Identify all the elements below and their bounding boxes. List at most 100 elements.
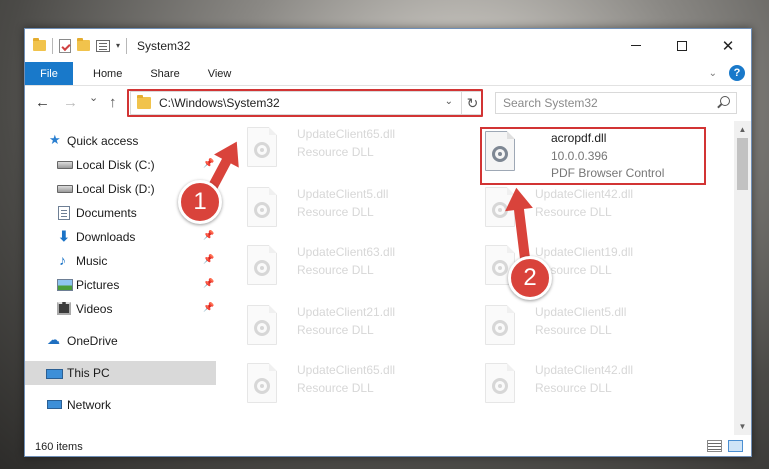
- refresh-button[interactable]: ↻: [461, 91, 483, 115]
- dll-file-icon: [485, 187, 515, 227]
- this-pc-icon: [46, 369, 63, 379]
- file-type: Resource DLL: [535, 381, 612, 395]
- scrollbar-thumb[interactable]: [737, 138, 748, 190]
- scroll-down-chevron-icon[interactable]: ▼: [734, 418, 751, 435]
- list-item[interactable]: UpdateClient5.dll Resource DLL: [461, 299, 691, 351]
- ribbon-tabs: File Home Share View ⌄ ?: [25, 62, 751, 86]
- documents-icon: [58, 206, 70, 220]
- file-type: Resource DLL: [297, 323, 374, 337]
- sidebar-item-label: Videos: [76, 302, 113, 316]
- recent-locations-chevron-icon[interactable]: ⌄: [89, 91, 98, 104]
- music-icon: ♪: [59, 252, 66, 268]
- file-name: UpdateClient63.dll: [297, 245, 396, 259]
- gear-icon: [254, 378, 270, 394]
- list-item[interactable]: UpdateClient65.dll Resource DLL: [223, 121, 453, 173]
- navigation-pane: ★ Quick access Local Disk (C:) 📌 Local D…: [25, 121, 216, 435]
- sidebar-item-label: Network: [67, 398, 112, 412]
- large-icons-view-icon[interactable]: [728, 440, 743, 452]
- sidebar-item-this-pc[interactable]: This PC: [25, 361, 216, 385]
- search-input[interactable]: [496, 96, 706, 110]
- file-type: Resource DLL: [535, 323, 612, 337]
- file-name: UpdateClient65.dll: [297, 127, 396, 141]
- tab-share[interactable]: Share: [136, 62, 193, 85]
- list-item-acropdf[interactable]: acropdf.dll 10.0.0.396 PDF Browser Contr…: [479, 129, 709, 181]
- customize-toolbar-chevron-icon[interactable]: ▾: [116, 41, 120, 50]
- dll-file-icon: [247, 363, 277, 403]
- expand-ribbon-chevron-icon[interactable]: ⌄: [709, 68, 717, 79]
- new-folder-icon[interactable]: [77, 38, 90, 51]
- file-type: Resource DLL: [297, 145, 374, 159]
- file-type: Resource DLL: [535, 205, 612, 219]
- minimize-button[interactable]: [613, 29, 659, 62]
- sidebar-item-local-disk-c[interactable]: Local Disk (C:) 📌: [25, 153, 216, 177]
- callout-badge-1: 1: [178, 180, 222, 224]
- videos-icon: [57, 302, 71, 315]
- sidebar-item-label: Pictures: [76, 278, 120, 292]
- sidebar-item-quick-access[interactable]: ★ Quick access: [25, 129, 216, 153]
- forward-button[interactable]: →: [63, 94, 78, 111]
- back-button[interactable]: ←: [35, 94, 50, 111]
- pin-icon[interactable]: 📌: [203, 255, 214, 264]
- search-box[interactable]: [495, 92, 737, 114]
- pin-icon[interactable]: 📌: [203, 279, 214, 288]
- help-icon[interactable]: ?: [729, 65, 745, 81]
- gear-icon: [254, 320, 270, 336]
- file-name: UpdateClient42.dll: [535, 187, 634, 201]
- title-bar: ▾ System32 ✕: [25, 29, 751, 62]
- caption-buttons: ✕: [613, 29, 751, 62]
- file-type: Resource DLL: [297, 205, 374, 219]
- pin-icon[interactable]: 📌: [203, 231, 214, 240]
- tab-file[interactable]: File: [25, 62, 73, 85]
- pin-icon[interactable]: 📌: [203, 303, 214, 312]
- star-icon: ★: [49, 132, 61, 147]
- sidebar-item-downloads[interactable]: ⬇ Downloads 📌: [25, 225, 216, 249]
- dll-file-icon: [247, 187, 277, 227]
- address-bar[interactable]: C:\Windows\System32 ⌄: [130, 91, 482, 115]
- list-item[interactable]: UpdateClient5.dll Resource DLL: [223, 181, 453, 233]
- pictures-icon: [57, 279, 73, 291]
- gear-icon: [254, 202, 270, 218]
- details-view-icon[interactable]: [707, 440, 722, 452]
- sidebar-item-music[interactable]: ♪ Music 📌: [25, 249, 216, 273]
- properties-icon[interactable]: [59, 38, 71, 53]
- tab-view[interactable]: View: [194, 62, 246, 85]
- address-dropdown-chevron-icon[interactable]: ⌄: [445, 96, 453, 107]
- gear-icon: [492, 146, 508, 162]
- pin-icon[interactable]: 📌: [203, 159, 214, 168]
- list-item[interactable]: UpdateClient63.dll Resource DLL: [223, 239, 453, 291]
- list-item[interactable]: UpdateClient42.dll Resource DLL: [461, 357, 691, 409]
- sidebar-item-pictures[interactable]: Pictures 📌: [25, 273, 216, 297]
- list-item[interactable]: UpdateClient42.dll Resource DLL: [461, 181, 691, 233]
- file-type: Resource DLL: [297, 263, 374, 277]
- list-item[interactable]: UpdateClient21.dll Resource DLL: [223, 299, 453, 351]
- list-item[interactable]: UpdateClient65.dll Resource DLL: [223, 357, 453, 409]
- close-button[interactable]: ✕: [705, 29, 751, 62]
- sidebar-item-onedrive[interactable]: ☁ OneDrive: [25, 329, 216, 353]
- file-type: Resource DLL: [297, 381, 374, 395]
- list-item[interactable]: UpdateClient19.dll Resource DLL: [461, 239, 691, 291]
- dll-file-icon: [485, 131, 515, 171]
- file-name: UpdateClient19.dll: [535, 245, 634, 259]
- file-name: UpdateClient5.dll: [535, 305, 627, 319]
- view-options-icon[interactable]: [96, 39, 110, 52]
- maximize-button[interactable]: [659, 29, 705, 62]
- file-name: UpdateClient65.dll: [297, 363, 396, 377]
- drive-icon: [57, 161, 73, 169]
- file-name: UpdateClient21.dll: [297, 305, 396, 319]
- file-name: acropdf.dll: [551, 131, 607, 145]
- up-button[interactable]: ↑: [109, 94, 117, 111]
- gear-icon: [492, 378, 508, 394]
- sidebar-item-videos[interactable]: Videos 📌: [25, 297, 216, 321]
- minimize-icon: [631, 45, 641, 46]
- scroll-up-chevron-icon[interactable]: ▲: [734, 121, 751, 138]
- dll-file-icon: [247, 245, 277, 285]
- quick-access-toolbar: ▾: [25, 37, 128, 54]
- callout-badge-2: 2: [508, 256, 552, 300]
- tab-home[interactable]: Home: [73, 62, 136, 85]
- search-icon[interactable]: [720, 96, 730, 106]
- navigation-bar: ← → ⌄ ↑ C:\Windows\System32 ⌄ ↻: [25, 87, 751, 119]
- folder-icon: [137, 95, 151, 109]
- vertical-scrollbar[interactable]: ▲ ▼: [734, 121, 751, 435]
- address-path[interactable]: C:\Windows\System32: [159, 96, 280, 110]
- sidebar-item-network[interactable]: Network: [25, 393, 216, 417]
